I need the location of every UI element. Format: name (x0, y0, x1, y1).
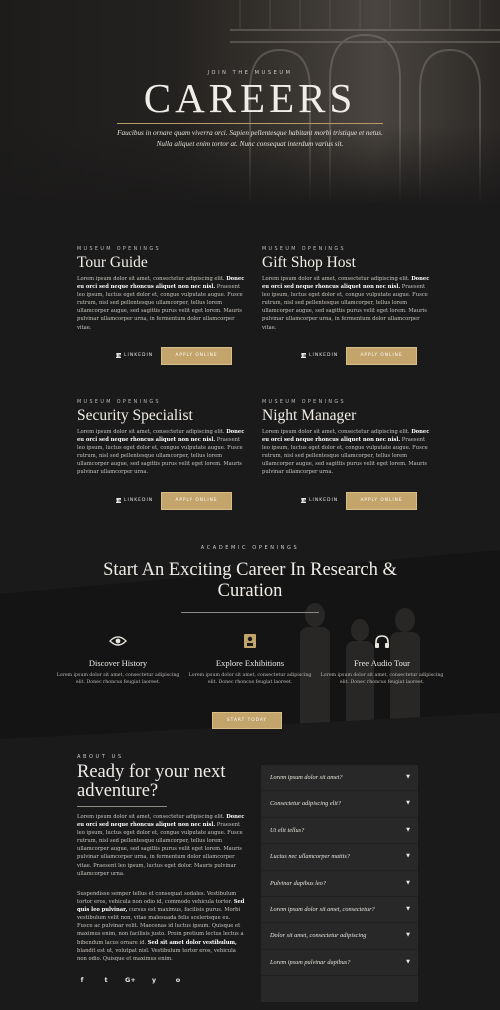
job-card-tour-guide: MUSEUM OPENINGS Tour Guide Lorem ipsum d… (77, 247, 247, 365)
apply-online-button[interactable]: APPLY ONLINE (161, 492, 232, 510)
faq-accordion: Lorem ipsum dolor sit amet? ▼ Consectetur… (261, 765, 418, 1002)
apply-online-button[interactable]: APPLY ONLINE (346, 347, 417, 365)
job-eyebrow: MUSEUM OPENINGS (77, 247, 161, 252)
page-title: CAREERS (143, 75, 357, 121)
faq-item[interactable]: Pulvinar dapibus leo? ▼ (261, 871, 418, 897)
job-title: Security Specialist (77, 407, 193, 424)
feature-title: Discover History (88, 658, 148, 668)
job-eyebrow: MUSEUM OPENINGS (77, 400, 161, 405)
faq-question: Lorem ipsum dolor sit amet? (270, 774, 343, 781)
social-links: f t G+ y o (77, 976, 183, 984)
job-title: Tour Guide (77, 254, 148, 271)
feature-text: Lorem ipsum dolor sit amet, consectetur … (320, 673, 444, 686)
linkedin-link[interactable]: in LINKEDIN (116, 498, 153, 503)
linkedin-icon: in (301, 498, 308, 503)
linkedin-icon: in (116, 498, 123, 503)
linkedin-icon: in (116, 353, 123, 358)
academic-title: Start An Exciting Career In Research & C… (103, 560, 397, 601)
faq-question: Pulvinar dapibus leo? (270, 879, 326, 887)
linkedin-icon: in (301, 353, 308, 358)
faq-item[interactable]: Luctus nec ullamcorper mattis? ▼ (261, 844, 418, 871)
faq-item[interactable]: Consectetur adipiscing elit? ▼ (261, 791, 418, 818)
job-description: Lorem ipsum dolor sit amet, consectetur … (77, 429, 245, 476)
faq-item[interactable]: Lorem ipsum dolor sit amet, consectetur?… (261, 897, 418, 924)
caret-down-icon: ▼ (406, 932, 410, 939)
job-title: Night Manager (262, 407, 357, 424)
facebook-icon[interactable]: f (77, 976, 87, 984)
divider (117, 123, 383, 124)
divider (181, 612, 319, 613)
job-card-gift-shop-host: MUSEUM OPENINGS Gift Shop Host Lorem ips… (262, 247, 432, 365)
faq-question: Lorem ipsum dolor sit amet, consectetur? (270, 905, 375, 913)
yelp-icon[interactable]: y (149, 976, 159, 984)
about-title: Ready for your next adventure? (77, 762, 226, 801)
caret-down-icon: ▼ (406, 853, 410, 860)
tripadvisor-icon[interactable]: o (173, 976, 183, 984)
hero-subtitle: Faucibus in ornare quam viverra orci. Sa… (117, 129, 383, 148)
feature-discover-history: Discover History Lorem ipsum dolor sit a… (53, 633, 183, 686)
apply-online-button[interactable]: APPLY ONLINE (161, 347, 232, 365)
about-paragraph-2: Suspendisse semper tellus et consequat s… (77, 891, 245, 962)
faq-item[interactable]: Ut elit tellus? ▼ (261, 818, 418, 845)
caret-down-icon: ▼ (406, 774, 410, 780)
divider (77, 806, 167, 807)
job-eyebrow: MUSEUM OPENINGS (262, 400, 346, 405)
feature-text: Lorem ipsum dolor sit amet, consectetur … (188, 673, 312, 686)
caret-down-icon: ▼ (406, 958, 410, 965)
faq-item[interactable]: Lorem ipsum pulvinar dapibus? ▼ (261, 950, 418, 977)
eye-icon (53, 633, 183, 649)
faq-question: Lorem ipsum pulvinar dapibus? (270, 958, 351, 966)
faq-item[interactable]: Dolor sit amet, consectetur adipiscing ▼ (261, 923, 418, 950)
apply-online-button[interactable]: APPLY ONLINE (346, 492, 417, 510)
google-plus-icon[interactable]: G+ (125, 976, 136, 984)
caret-down-icon: ▼ (406, 879, 410, 886)
caret-down-icon: ▼ (406, 826, 410, 833)
job-title: Gift Shop Host (262, 254, 356, 271)
caret-down-icon: ▼ (406, 800, 410, 807)
job-description: Lorem ipsum dolor sit amet, consectetur … (77, 276, 245, 331)
faq-item[interactable]: Lorem ipsum dolor sit amet? ▼ (261, 765, 418, 792)
about-eyebrow: ABOUT US (77, 754, 124, 760)
faq-question: Ut elit tellus? (270, 826, 305, 834)
linkedin-link[interactable]: in LINKEDIN (301, 498, 338, 503)
academic-eyebrow: ACADEMIC OPENINGS (200, 545, 300, 551)
caret-down-icon: ▼ (406, 905, 410, 912)
job-eyebrow: MUSEUM OPENINGS (262, 247, 346, 252)
job-description: Lorem ipsum dolor sit amet, consectetur … (262, 429, 430, 476)
start-today-button[interactable]: START TODAY (212, 712, 282, 729)
feature-title: Explore Exhibitions (215, 658, 285, 668)
linkedin-link[interactable]: in LINKEDIN (301, 353, 338, 358)
feature-explore-exhibitions: Explore Exhibitions Lorem ipsum dolor si… (185, 633, 315, 686)
job-card-security-specialist: MUSEUM OPENINGS Security Specialist Lore… (77, 400, 247, 510)
faq-question: Consectetur adipiscing elit? (270, 800, 342, 808)
job-card-night-manager: MUSEUM OPENINGS Night Manager Lorem ipsu… (262, 400, 432, 510)
faq-question: Luctus nec ullamcorper mattis? (270, 853, 350, 861)
feature-text: Lorem ipsum dolor sit amet, consectetur … (56, 673, 180, 686)
job-description: Lorem ipsum dolor sit amet, consectetur … (262, 276, 430, 331)
feature-title: Free Audio Tour (354, 658, 410, 668)
headphones-icon (317, 633, 447, 649)
feature-free-audio-tour: Free Audio Tour Lorem ipsum dolor sit am… (317, 633, 447, 686)
twitter-icon[interactable]: t (101, 976, 111, 984)
exhibit-icon (185, 633, 315, 649)
about-paragraph-1: Lorem ipsum dolor sit amet, consectetur … (77, 814, 245, 877)
linkedin-link[interactable]: in LINKEDIN (116, 353, 153, 358)
faq-question: Dolor sit amet, consectetur adipiscing (270, 932, 367, 940)
